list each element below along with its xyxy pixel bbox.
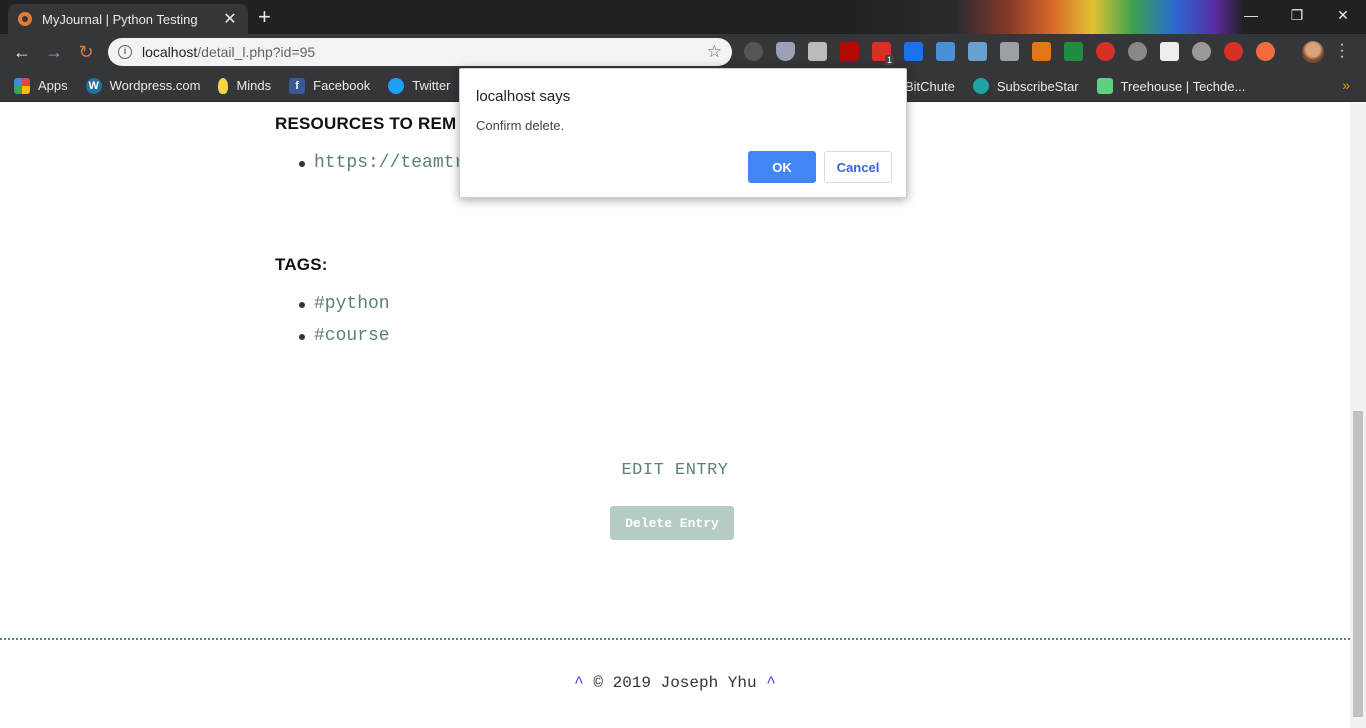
bookmark-bitchute[interactable]: BitChute <box>905 79 955 94</box>
dialog-title: localhost says <box>476 88 571 105</box>
bookmark-subscribestar[interactable]: SubscribeStar <box>972 78 1079 94</box>
bookmarks-right-group: BitChute SubscribeStar Treehouse | Techd… <box>905 70 1263 102</box>
resources-list: https://teamtr <box>296 152 465 184</box>
twitter-icon <box>388 77 405 94</box>
browser-tab[interactable]: MyJournal | Python Testing ✕ <box>8 4 248 34</box>
new-tab-button[interactable]: + <box>258 6 271 28</box>
footer-copyright: © 2019 Joseph Yhu <box>583 674 767 692</box>
shield-extension-icon[interactable] <box>776 42 795 61</box>
resource-link[interactable]: https://teamtr <box>296 152 465 184</box>
bookmark-treehouse[interactable]: Treehouse | Techde... <box>1096 78 1245 94</box>
edit-entry-link[interactable]: EDIT ENTRY <box>0 461 1350 480</box>
site-info-icon[interactable]: i <box>118 45 132 59</box>
bookmarks-overflow-icon[interactable]: » <box>1342 77 1350 93</box>
m-extension-icon[interactable] <box>1128 42 1147 61</box>
extension-icon[interactable] <box>744 42 763 61</box>
extension-badge: 1 <box>884 55 894 65</box>
site-favicon-icon <box>18 12 32 26</box>
ok-button[interactable]: OK <box>748 151 816 183</box>
facebook-icon: f <box>289 77 306 94</box>
profile-avatar[interactable] <box>1302 41 1324 63</box>
close-window-button[interactable]: ✕ <box>1320 0 1366 30</box>
wordpress-icon: W <box>85 77 102 94</box>
subscribestar-icon <box>972 78 989 94</box>
stylus-extension-icon[interactable] <box>1064 42 1083 61</box>
tags-heading: TAGS: <box>275 255 328 274</box>
bookmark-wordpress[interactable]: W Wordpress.com <box>85 77 200 94</box>
footer-divider <box>0 638 1350 640</box>
bookmark-twitter[interactable]: Twitter <box>388 77 451 94</box>
red-extension-icon[interactable] <box>1224 42 1243 61</box>
bubble-extension-icon[interactable] <box>1192 42 1211 61</box>
tags-list: #python #course <box>296 293 390 357</box>
url-text[interactable]: localhost/detail_l.php?id=95 <box>142 44 707 60</box>
extensions-row: 1 <box>744 42 1275 65</box>
back-arrow-icon[interactable]: ← <box>12 42 32 62</box>
infinity-extension-icon[interactable] <box>1256 42 1275 61</box>
css-extension-icon[interactable] <box>808 42 827 61</box>
browser-titlebar: MyJournal | Python Testing ✕ + — ❐ ✕ <box>0 0 1366 34</box>
scrollbar-thumb[interactable] <box>1353 411 1363 717</box>
forward-arrow-icon[interactable]: → <box>44 42 64 62</box>
tab-title: MyJournal | Python Testing <box>42 11 198 27</box>
address-bar[interactable]: i localhost/detail_l.php?id=95 ☆ <box>108 38 732 66</box>
bookmark-star-icon[interactable]: ☆ <box>707 42 722 62</box>
browser-menu-icon[interactable]: · · · <box>1336 37 1348 65</box>
dialog-message: Confirm delete. <box>476 118 565 133</box>
browser-toolbar: ← → ↻ i localhost/detail_l.php?id=95 ☆ 1… <box>0 34 1366 70</box>
minds-icon <box>218 77 229 94</box>
bookmark-minds[interactable]: Minds <box>218 77 271 94</box>
counter-extension-icon[interactable]: 1 <box>872 42 894 65</box>
window-extension-icon[interactable] <box>936 42 955 61</box>
page-scrollbar[interactable] <box>1350 103 1366 728</box>
glasses-extension-icon[interactable] <box>1160 42 1179 61</box>
pdf-extension-icon[interactable] <box>840 42 859 61</box>
cancel-button[interactable]: Cancel <box>824 151 892 183</box>
wrench-extension-icon[interactable] <box>1000 42 1019 61</box>
footer: ^ © 2019 Joseph Yhu ^ <box>0 674 1350 692</box>
bookmark-facebook[interactable]: f Facebook <box>289 77 370 94</box>
metamask-extension-icon[interactable] <box>1032 42 1051 61</box>
minimize-button[interactable]: — <box>1228 0 1274 30</box>
restore-button[interactable]: ❐ <box>1274 0 1320 30</box>
footer-caret-left[interactable]: ^ <box>574 674 584 692</box>
footer-caret-right[interactable]: ^ <box>766 674 776 692</box>
apps-icon <box>14 77 30 94</box>
tab-close-icon[interactable]: ✕ <box>222 9 238 29</box>
bookmark-apps[interactable]: Apps <box>14 77 68 94</box>
s-extension-icon[interactable] <box>904 42 923 61</box>
stop-extension-icon[interactable] <box>1096 42 1115 61</box>
reload-icon[interactable]: ↻ <box>76 42 96 62</box>
resources-heading: RESOURCES TO REM <box>275 114 457 133</box>
treehouse-icon <box>1096 78 1113 94</box>
tab-extension-icon[interactable] <box>968 42 987 61</box>
tag-link-python[interactable]: #python <box>296 293 390 325</box>
tag-link-course[interactable]: #course <box>296 325 390 357</box>
confirm-dialog: localhost says Confirm delete. OK Cancel <box>459 68 907 198</box>
delete-entry-button[interactable]: Delete Entry <box>610 506 734 540</box>
